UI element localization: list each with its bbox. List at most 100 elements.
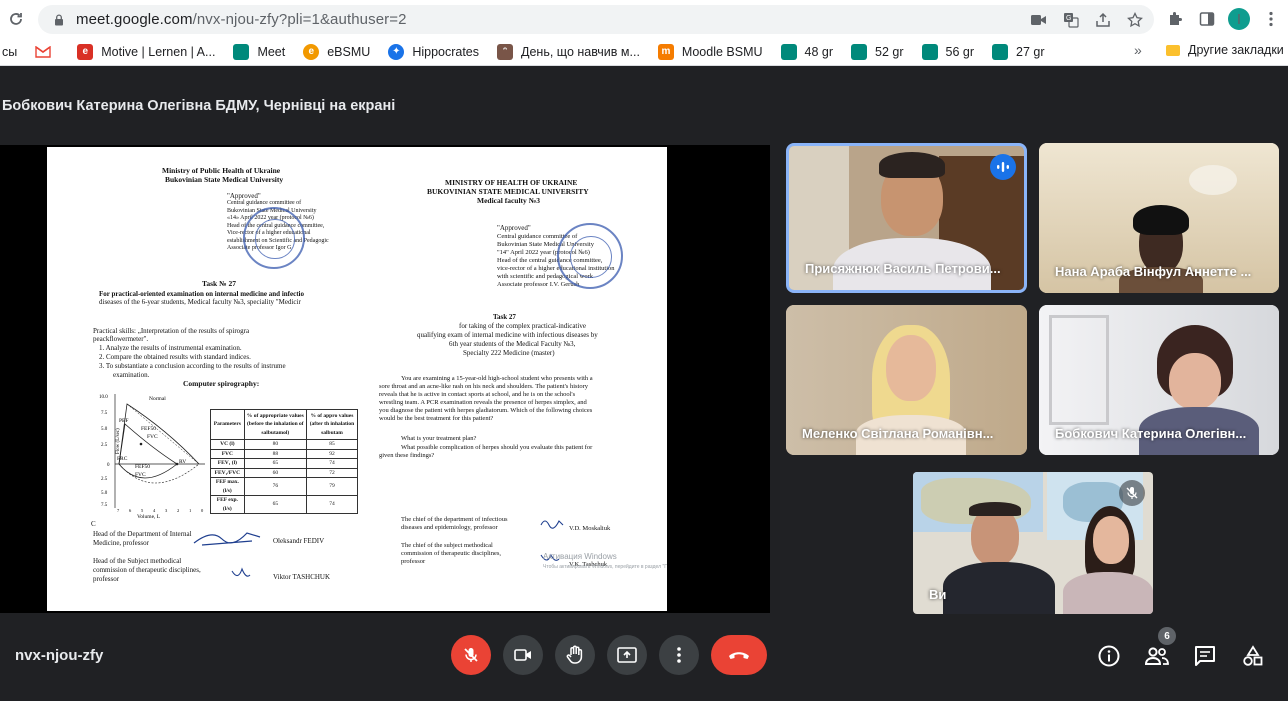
share-icon[interactable] [1092, 9, 1114, 31]
chart-xtick: 0 [201, 508, 204, 513]
bookmark-den[interactable]: ᵔ День, що навчив м... [497, 43, 640, 60]
chart-label: FEF50 [135, 464, 150, 470]
chart-label: FRC [117, 456, 128, 462]
present-screen-button[interactable] [607, 635, 647, 675]
doc-question: What is your treatment plan? [401, 435, 477, 442]
profile-avatar[interactable]: I [1228, 8, 1250, 30]
participant-tile[interactable]: Присяжнюк Василь Петрови... [786, 143, 1027, 293]
doc-step: examination. [113, 371, 150, 379]
meet-icon [921, 43, 938, 60]
table-cell: FEF max. (l/s) [210, 477, 245, 496]
participant-face [886, 335, 936, 401]
bookmark-27gr[interactable]: 27 gr [992, 43, 1045, 60]
table-cell: 92 [305, 448, 359, 459]
doc-sig-line: professor [93, 575, 120, 583]
bookmark-label: 52 gr [875, 44, 904, 59]
bookmark-motive[interactable]: e Motive | Lernen | A... [77, 43, 215, 60]
participant-tile[interactable]: Нана Араба Вінфул Аннетте ... [1039, 143, 1279, 293]
raise-hand-button[interactable] [555, 635, 595, 675]
meeting-details-button[interactable] [1096, 643, 1122, 669]
signature-icon [231, 567, 251, 577]
stamp-seal-icon [557, 223, 623, 289]
mic-toggle-button[interactable] [451, 635, 491, 675]
participant-name: Нана Араба Вінфул Аннетте ... [1055, 264, 1252, 279]
table-header: % of appropriate values (before the inha… [243, 409, 307, 440]
doc-text-line: wrestling team. A PCR examination reveal… [379, 399, 587, 406]
shelf [1049, 315, 1109, 425]
hang-up-icon [729, 652, 749, 659]
participant-name: Присяжнюк Василь Петрови... [805, 261, 1001, 276]
chart-label: Normal [149, 396, 166, 402]
doc-step: 2. Compare the obtained results with sta… [99, 353, 251, 361]
table-cell: 72 [305, 467, 359, 478]
chart-tick: 5.0 [101, 427, 108, 432]
bookmark-label: Meet [257, 44, 286, 59]
other-bookmarks-label: Другие закладки [1188, 43, 1284, 57]
url-text: meet.google.com/nvx-njou-zfy?pli=1&authu… [76, 11, 407, 28]
chart-xtick: 4 [153, 508, 156, 513]
side-panel-icon[interactable] [1196, 8, 1218, 30]
table-row: FEF exp. (l/s) 65 74 [210, 495, 359, 514]
chart-tick: 2.5 [101, 477, 108, 482]
people-icon [1144, 647, 1169, 665]
camera-in-use-icon[interactable] [1028, 9, 1050, 31]
bookmark-56gr[interactable]: 56 gr [921, 43, 974, 60]
bookmark-ebsmu[interactable]: e eBSMU [303, 43, 370, 60]
bookmark-52gr[interactable]: 52 gr [851, 43, 904, 60]
bookmark-star-icon[interactable] [1124, 9, 1146, 31]
participant-hair [969, 502, 1021, 516]
shared-document: Ministry of Public Health of Ukraine Buk… [47, 147, 667, 611]
address-bar[interactable]: meet.google.com/nvx-njou-zfy?pli=1&authu… [38, 5, 1154, 34]
lock-icon[interactable] [52, 13, 66, 27]
doc-sig-line: diseases and epidemiology, professor [401, 524, 498, 531]
shared-screen[interactable]: Ministry of Public Health of Ukraine Buk… [0, 145, 770, 613]
extensions-icon[interactable] [1164, 8, 1186, 30]
other-bookmarks[interactable]: Другие закладки [1166, 43, 1284, 57]
activities-button[interactable] [1240, 643, 1266, 669]
table-cell: 85 [305, 439, 359, 450]
bookmark-item[interactable]: сы [2, 45, 17, 59]
participant-tile[interactable]: Меленко Світлана Романівн... [786, 305, 1027, 455]
chat-button[interactable] [1192, 643, 1218, 669]
participant-hair [879, 152, 945, 178]
meet-icon [851, 43, 868, 60]
hippocrates-icon: ✦ [388, 43, 405, 60]
spirometry-table: Parameters% of appropriate values (befor… [210, 409, 359, 514]
motive-icon: e [77, 43, 94, 60]
url-host: meet.google.com [76, 11, 193, 28]
chart-label: RV [179, 459, 186, 465]
bookmark-gmail[interactable] [35, 44, 59, 60]
windows-watermark-text: Чтобы активировать Windows, перейдите в … [543, 564, 667, 570]
doc-sig-name: Viktor TASHCHUK [273, 573, 331, 581]
doc-sig-line: professor [401, 558, 426, 565]
bookmark-label: 27 gr [1016, 44, 1045, 59]
bookmark-48gr[interactable]: 48 gr [780, 43, 833, 60]
more-options-button[interactable] [659, 635, 699, 675]
raise-hand-icon [566, 645, 583, 664]
doc-text-line: You are examining a 15-year-old high-sch… [401, 375, 593, 382]
doc-sig-line: Medicine, professor [93, 539, 149, 547]
bookmark-moodle[interactable]: m Moodle BSMU [657, 43, 763, 60]
table-cell: FEF exp. (l/s) [210, 495, 245, 514]
bookmark-meet[interactable]: Meet [233, 43, 286, 60]
self-view-tile[interactable]: Ви [913, 472, 1153, 614]
participants-button[interactable] [1144, 643, 1170, 669]
participant-tile[interactable]: Бобкович Катерина Олегівн... [1039, 305, 1279, 455]
chart-xtick: 2 [177, 508, 179, 513]
bookmark-hippocrates[interactable]: ✦ Hippocrates [388, 43, 479, 60]
more-bookmarks-chevron[interactable]: » [1134, 42, 1142, 58]
camera-toggle-button[interactable] [503, 635, 543, 675]
menu-kebab-icon[interactable] [1260, 8, 1282, 30]
bookmark-label: Moodle BSMU [681, 44, 763, 59]
svg-text:G: G [1066, 15, 1071, 22]
chart-xtick: 1 [189, 508, 191, 513]
signature-icon [193, 532, 261, 546]
end-call-button[interactable] [711, 635, 767, 675]
chart-tick: 5.0 [101, 491, 108, 496]
translate-icon[interactable]: G [1060, 9, 1082, 31]
reload-icon[interactable] [2, 5, 30, 33]
shapes-icon [1243, 645, 1263, 666]
signature-icon [540, 520, 564, 529]
bookmarks-bar: сы e Motive | Lernen | A... Meet e eBSMU ✦… [0, 38, 1288, 66]
doc-university: Bukovinian State Medical University [165, 175, 284, 184]
